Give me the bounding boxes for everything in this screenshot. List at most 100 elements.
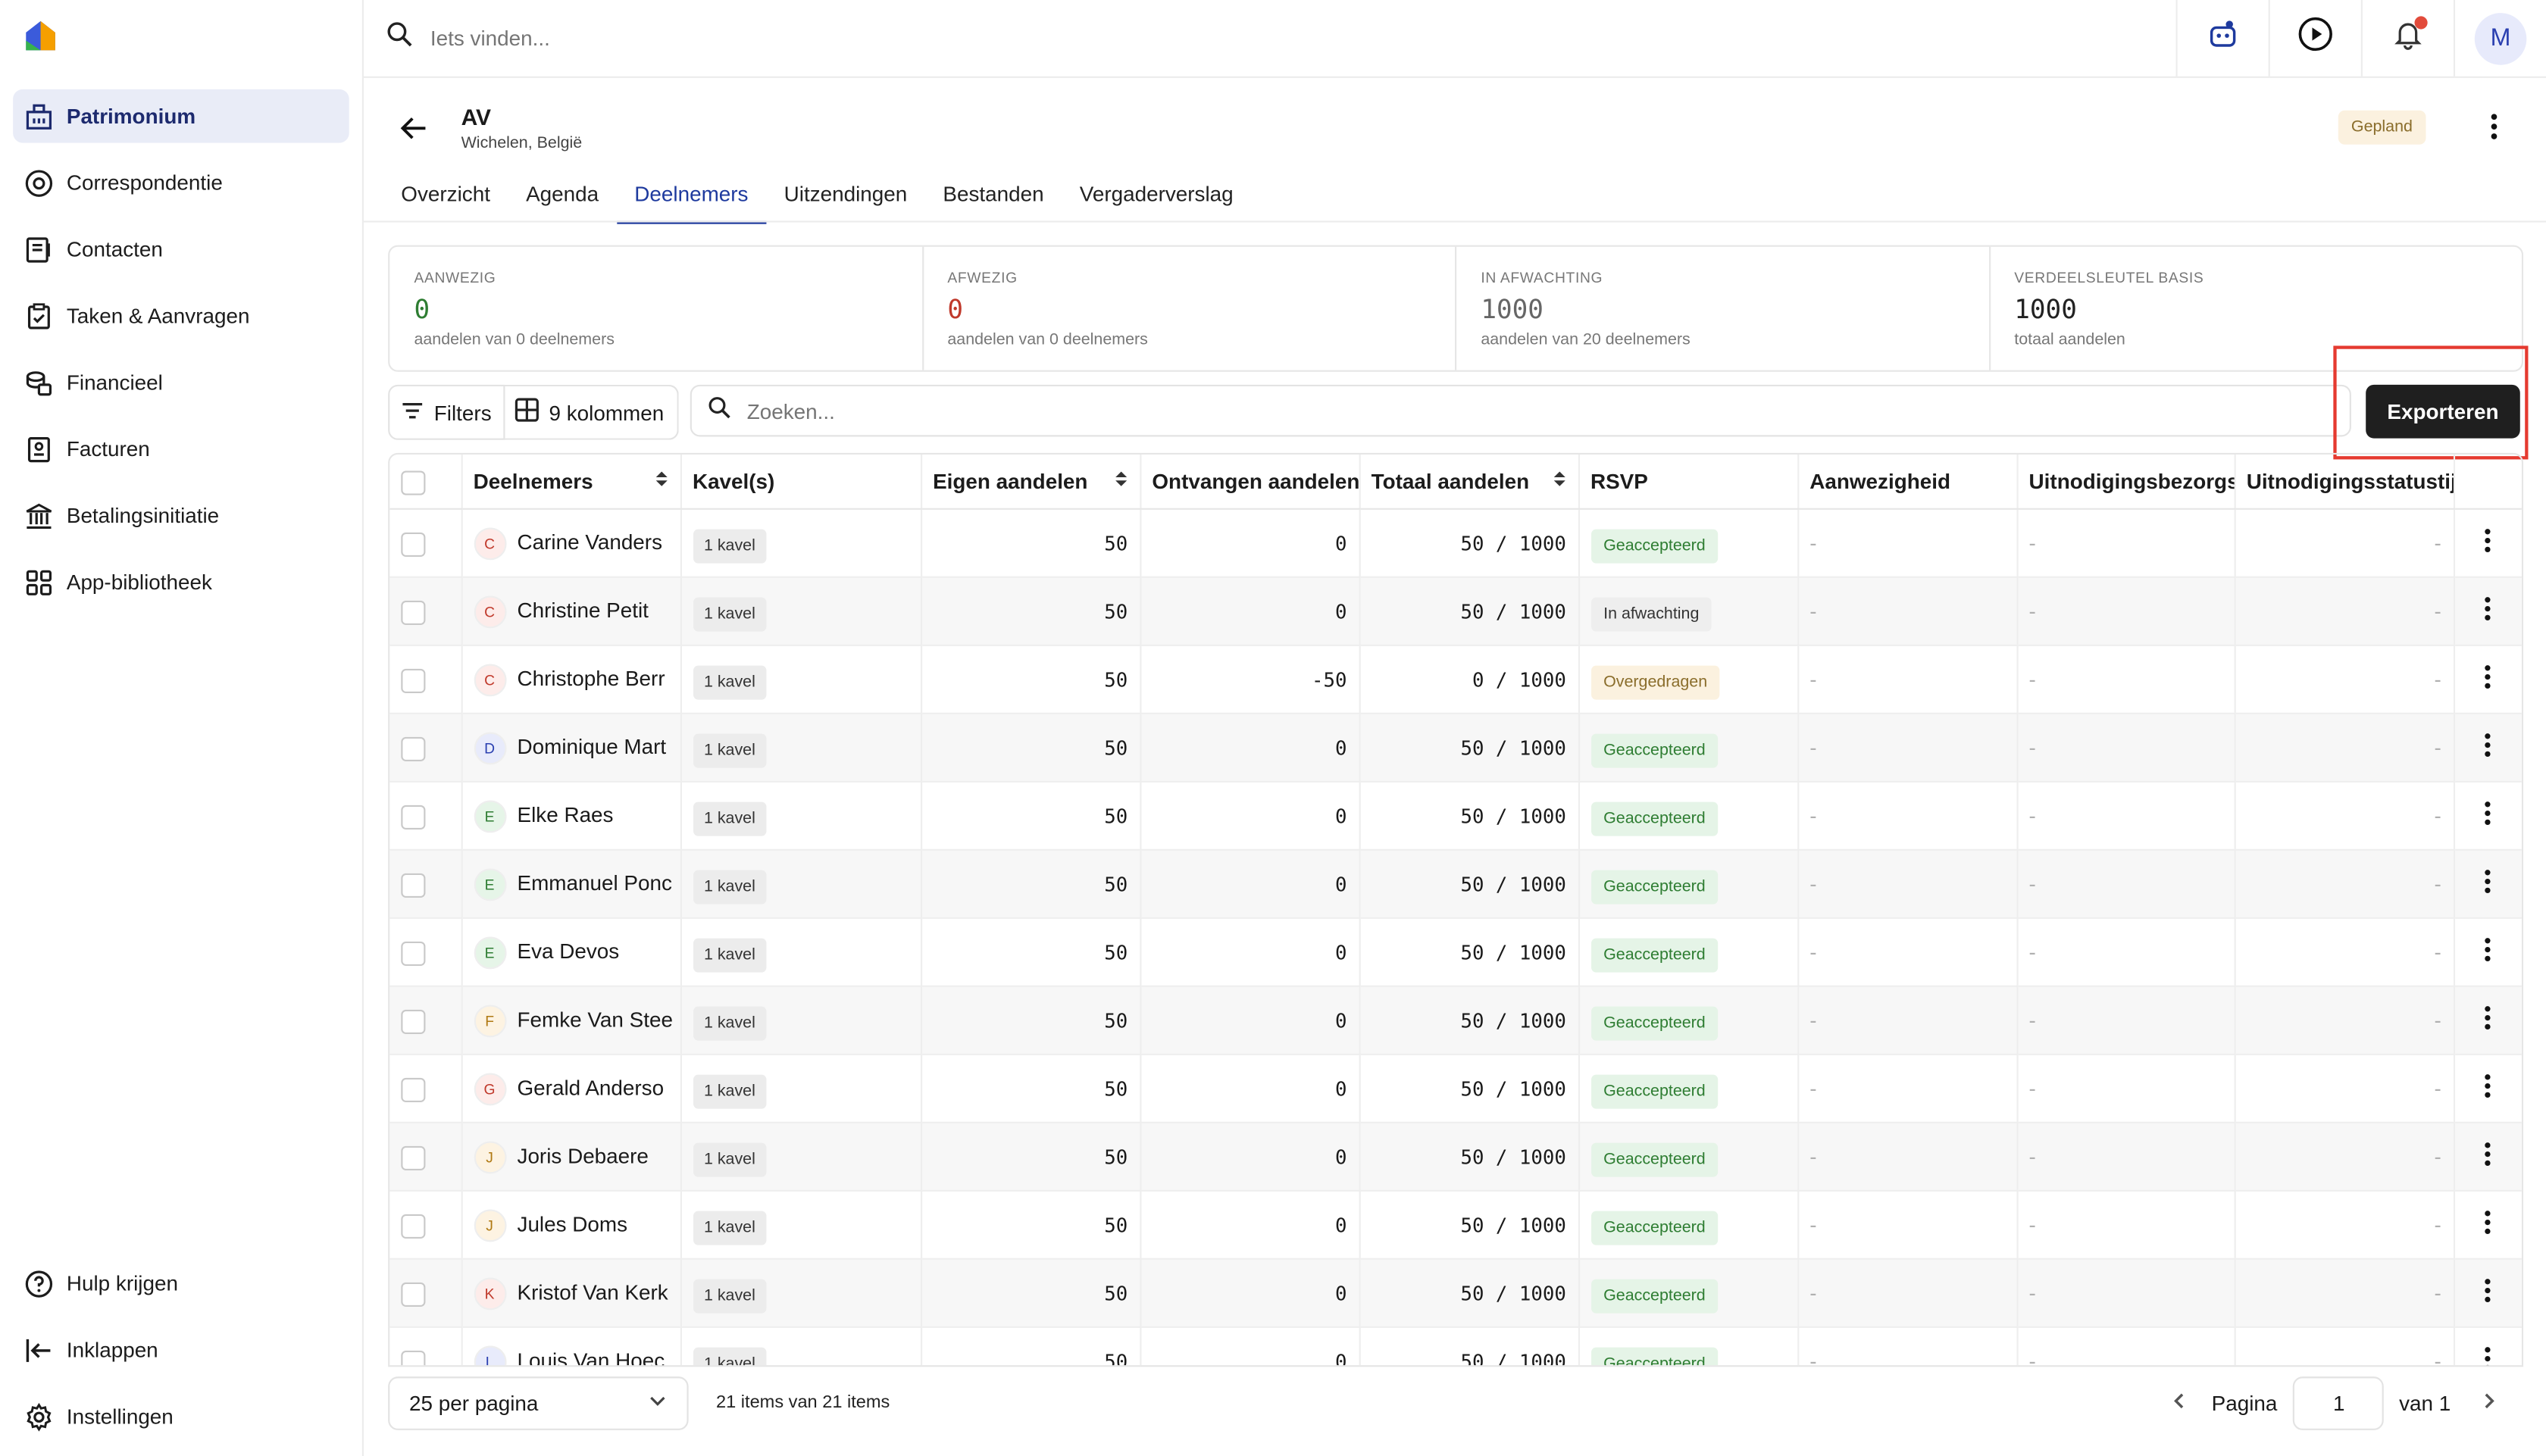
sidebar-item-financieel[interactable]: Financieel <box>13 355 349 409</box>
row-checkbox[interactable] <box>401 736 426 761</box>
row-checkbox[interactable] <box>401 1281 426 1307</box>
filters-button[interactable]: Filters <box>388 384 505 440</box>
tab-agenda[interactable]: Agenda <box>508 172 617 220</box>
sidebar-item-patrimonium[interactable]: Patrimonium <box>13 89 349 143</box>
table-row[interactable]: E Emmanuel Ponc 1 kavel 50 0 50 / 1000 Geaccep… <box>389 849 2522 919</box>
assistant-button[interactable] <box>2175 0 2268 77</box>
avatar[interactable]: M <box>2474 12 2527 64</box>
participant-cell[interactable]: E Elke Raes <box>461 781 681 851</box>
participant-cell[interactable]: C Carine Vanders <box>461 508 681 578</box>
participant-cell[interactable]: L Louis Van Hoec <box>461 1326 681 1366</box>
sort-icon[interactable] <box>1552 469 1566 492</box>
sidebar-item-hulp-krijgen[interactable]: Hulp krijgen <box>13 1257 349 1311</box>
app-logo[interactable] <box>23 18 58 54</box>
row-checkbox[interactable] <box>401 599 426 625</box>
participant-cell[interactable]: K Kristof Van Kerk <box>461 1258 681 1328</box>
row-checkbox[interactable] <box>401 1008 426 1034</box>
column-header: Aanwezigheid <box>1797 455 2018 510</box>
table-row[interactable]: J Joris Debaere 1 kavel 50 0 50 / 1000 Geaccep… <box>389 1122 2522 1192</box>
table-row[interactable]: G Gerald Anderso 1 kavel 50 0 50 / 1000 Geacce… <box>389 1054 2522 1123</box>
global-search-input[interactable] <box>427 24 921 52</box>
page-title: AV <box>461 104 492 130</box>
back-button[interactable] <box>399 114 429 151</box>
row-checkbox[interactable] <box>401 872 426 898</box>
row-checkbox[interactable] <box>401 804 426 830</box>
table-row[interactable]: C Christine Petit 1 kavel 50 0 50 / 1000 In af… <box>389 576 2522 646</box>
sidebar-item-inklappen[interactable]: Inklappen <box>13 1323 349 1376</box>
row-more-button[interactable] <box>2466 868 2510 899</box>
sort-icon[interactable] <box>1113 469 1128 492</box>
per-page-select[interactable]: 25 per pagina <box>388 1376 689 1430</box>
row-checkbox[interactable] <box>401 940 426 966</box>
participant-cell[interactable]: C Christine Petit <box>461 576 681 646</box>
row-more-button[interactable] <box>2466 1209 2510 1240</box>
participant-cell[interactable]: E Eva Devos <box>461 917 681 987</box>
sort-icon[interactable] <box>654 469 668 492</box>
participants-table: Deelnemers Kavel(s) Eigen aandelen Ontvange… <box>388 452 2524 1367</box>
table-row[interactable]: C Christophe Berr 1 kavel 50 -50 0 / 1000 Over… <box>389 645 2522 714</box>
tab-bestanden[interactable]: Bestanden <box>925 172 1062 220</box>
sidebar-item-facturen[interactable]: Facturen <box>13 422 349 476</box>
participant-cell[interactable]: E Emmanuel Ponc <box>461 849 681 919</box>
participant-cell[interactable]: C Christophe Berr <box>461 645 681 714</box>
tab-vergaderverslag[interactable]: Vergaderverslag <box>1062 172 1251 220</box>
column-header-label: Deelnemers <box>473 469 593 494</box>
row-more-button[interactable] <box>2466 1073 2510 1104</box>
table-row[interactable]: F Femke Van Stee 1 kavel 50 0 50 / 1000 Geacce… <box>389 986 2522 1055</box>
row-more-button[interactable] <box>2466 936 2510 967</box>
table-row[interactable]: J Jules Doms 1 kavel 50 0 50 / 1000 Geacceptee… <box>389 1190 2522 1260</box>
row-checkbox[interactable] <box>401 1145 426 1170</box>
table-row[interactable]: C Carine Vanders 1 kavel 50 0 50 / 1000 Geacce… <box>389 508 2522 578</box>
sidebar-item-betalingsinitiatie[interactable]: Betalingsinitiatie <box>13 489 349 542</box>
sidebar-item-instellingen[interactable]: Instellingen <box>13 1389 349 1443</box>
column-header[interactable]: Deelnemers <box>461 455 681 510</box>
row-more-button[interactable] <box>2466 1005 2510 1036</box>
sidebar-item-correspondentie[interactable]: Correspondentie <box>13 156 349 210</box>
participant-cell[interactable]: J Jules Doms <box>461 1190 681 1260</box>
row-checkbox[interactable] <box>401 1349 426 1366</box>
table-row[interactable]: D Dominique Mart 1 kavel 50 0 50 / 1000 Geacce… <box>389 713 2522 783</box>
row-checkbox[interactable] <box>401 1076 426 1102</box>
global-search[interactable] <box>386 21 921 55</box>
next-page-icon[interactable] <box>2480 1391 2500 1415</box>
tab-deelnemers[interactable]: Deelnemers <box>616 172 767 224</box>
row-more-button[interactable] <box>2466 1277 2510 1308</box>
sidebar-item-taken-aanvragen[interactable]: Taken & Aanvragen <box>13 289 349 342</box>
table-row[interactable]: E Eva Devos 1 kavel 50 0 50 / 1000 Geaccepteer… <box>389 917 2522 987</box>
table-search[interactable] <box>690 384 2351 437</box>
row-more-button[interactable] <box>2466 1141 2510 1172</box>
more-actions-button[interactable] <box>2478 111 2510 152</box>
select-all-checkbox[interactable] <box>401 470 426 495</box>
row-more-button[interactable] <box>2466 595 2510 626</box>
row-more-button[interactable] <box>2466 527 2510 558</box>
column-header[interactable]: Totaal aandelen <box>1359 455 1579 510</box>
tab-overzicht[interactable]: Overzicht <box>383 172 508 220</box>
column-header[interactable]: Eigen aandelen <box>921 455 1141 510</box>
participant-cell[interactable]: G Gerald Anderso <box>461 1054 681 1123</box>
notifications-button[interactable] <box>2360 0 2454 77</box>
table-row[interactable]: K Kristof Van Kerk 1 kavel 50 0 50 / 1000 Geac… <box>389 1258 2522 1328</box>
sidebar-item-contacten[interactable]: Contacten <box>13 223 349 277</box>
row-more-button[interactable] <box>2466 732 2510 763</box>
participant-cell[interactable]: J Joris Debaere <box>461 1122 681 1192</box>
row-more-button[interactable] <box>2466 664 2510 695</box>
table-row[interactable]: L Louis Van Hoec 1 kavel 50 0 50 / 1000 Geacce… <box>389 1326 2522 1366</box>
row-checkbox[interactable] <box>401 531 426 557</box>
prev-page-icon[interactable] <box>2169 1391 2189 1415</box>
sidebar-item-app-bibliotheek[interactable]: App-bibliotheek <box>13 555 349 609</box>
columns-button[interactable]: 9 kolommen <box>502 384 679 440</box>
user-menu[interactable]: M <box>2453 0 2546 77</box>
row-checkbox[interactable] <box>401 1213 426 1239</box>
table-row[interactable]: E Elke Raes 1 kavel 50 0 50 / 1000 Geaccepteer… <box>389 781 2522 851</box>
participant-cell[interactable]: F Femke Van Stee <box>461 986 681 1055</box>
row-checkbox[interactable] <box>401 667 426 693</box>
play-button[interactable] <box>2268 0 2361 77</box>
search-icon <box>708 395 730 426</box>
participant-cell[interactable]: D Dominique Mart <box>461 713 681 783</box>
table-search-input[interactable] <box>743 396 1725 425</box>
row-more-button[interactable] <box>2466 800 2510 831</box>
settings-icon <box>23 1400 55 1433</box>
page-number-input[interactable]: 1 <box>2293 1376 2385 1430</box>
tab-uitzendingen[interactable]: Uitzendingen <box>766 172 925 220</box>
row-more-button[interactable] <box>2466 1345 2510 1366</box>
